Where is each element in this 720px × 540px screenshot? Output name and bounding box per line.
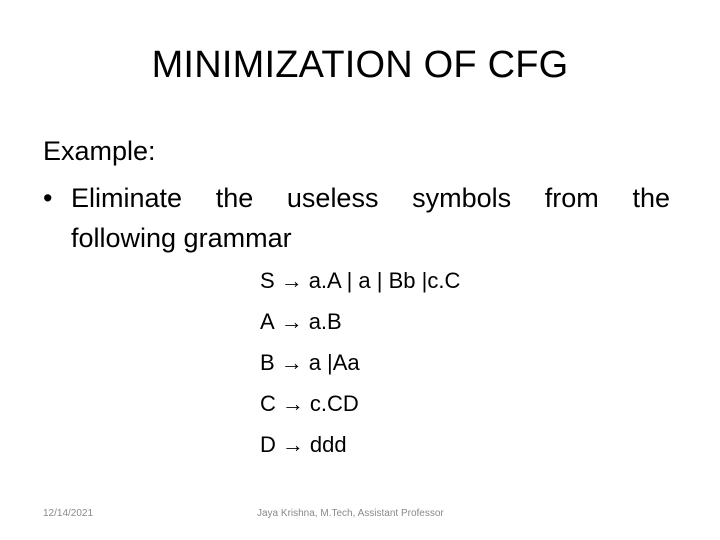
bullet-word: the	[215, 183, 254, 213]
production-rhs: a.A | a | Bb |c.C	[308, 268, 461, 293]
example-heading: Example:	[43, 136, 156, 166]
production-lhs: A	[260, 309, 275, 334]
bullet-marker: •	[43, 183, 53, 213]
production-rule: S → a.A | a | Bb |c.C	[260, 260, 460, 301]
production-lhs: C	[260, 391, 276, 416]
bullet-word: Eliminate	[71, 183, 183, 213]
bullet-word: symbols	[412, 183, 512, 213]
footer-date: 12/14/2021	[43, 508, 94, 519]
bullet-word: useless	[286, 183, 379, 213]
production-rule: B → a |Aa	[260, 342, 460, 383]
production-lhs: S	[260, 268, 275, 293]
arrow-right-icon: →	[280, 309, 303, 334]
bullet-line-2: following grammar	[71, 223, 292, 253]
arrow-right-icon: →	[281, 432, 304, 457]
arrow-right-icon: →	[280, 350, 303, 375]
bullet-item: • Eliminate the useless symbols from the…	[43, 178, 670, 258]
arrow-right-icon: →	[281, 391, 304, 416]
production-rule: A → a.B	[260, 301, 460, 342]
bullet-word: the	[632, 183, 670, 213]
bullet-line-1: Eliminate the useless symbols from the	[71, 178, 670, 218]
production-rule: D → ddd	[260, 424, 460, 465]
production-lhs: D	[260, 432, 276, 457]
footer-author: Jaya Krishna, M.Tech, Assistant Professo…	[257, 508, 444, 519]
production-rhs: a.B	[308, 309, 342, 334]
production-lhs: B	[260, 350, 275, 375]
production-rule: C → c.CD	[260, 383, 460, 424]
grammar-productions: S → a.A | a | Bb |c.C A → a.B B → a |Aa C → c.CD…	[260, 260, 460, 465]
production-rhs: ddd	[309, 432, 347, 457]
bullet-word: from	[544, 183, 599, 213]
production-rhs: a |Aa	[308, 350, 360, 375]
arrow-right-icon: →	[280, 268, 303, 293]
slide-title: MINIMIZATION OF CFG	[151, 44, 569, 86]
production-rhs: c.CD	[309, 391, 359, 416]
bullet-text: Eliminate the useless symbols from the f…	[71, 178, 670, 258]
